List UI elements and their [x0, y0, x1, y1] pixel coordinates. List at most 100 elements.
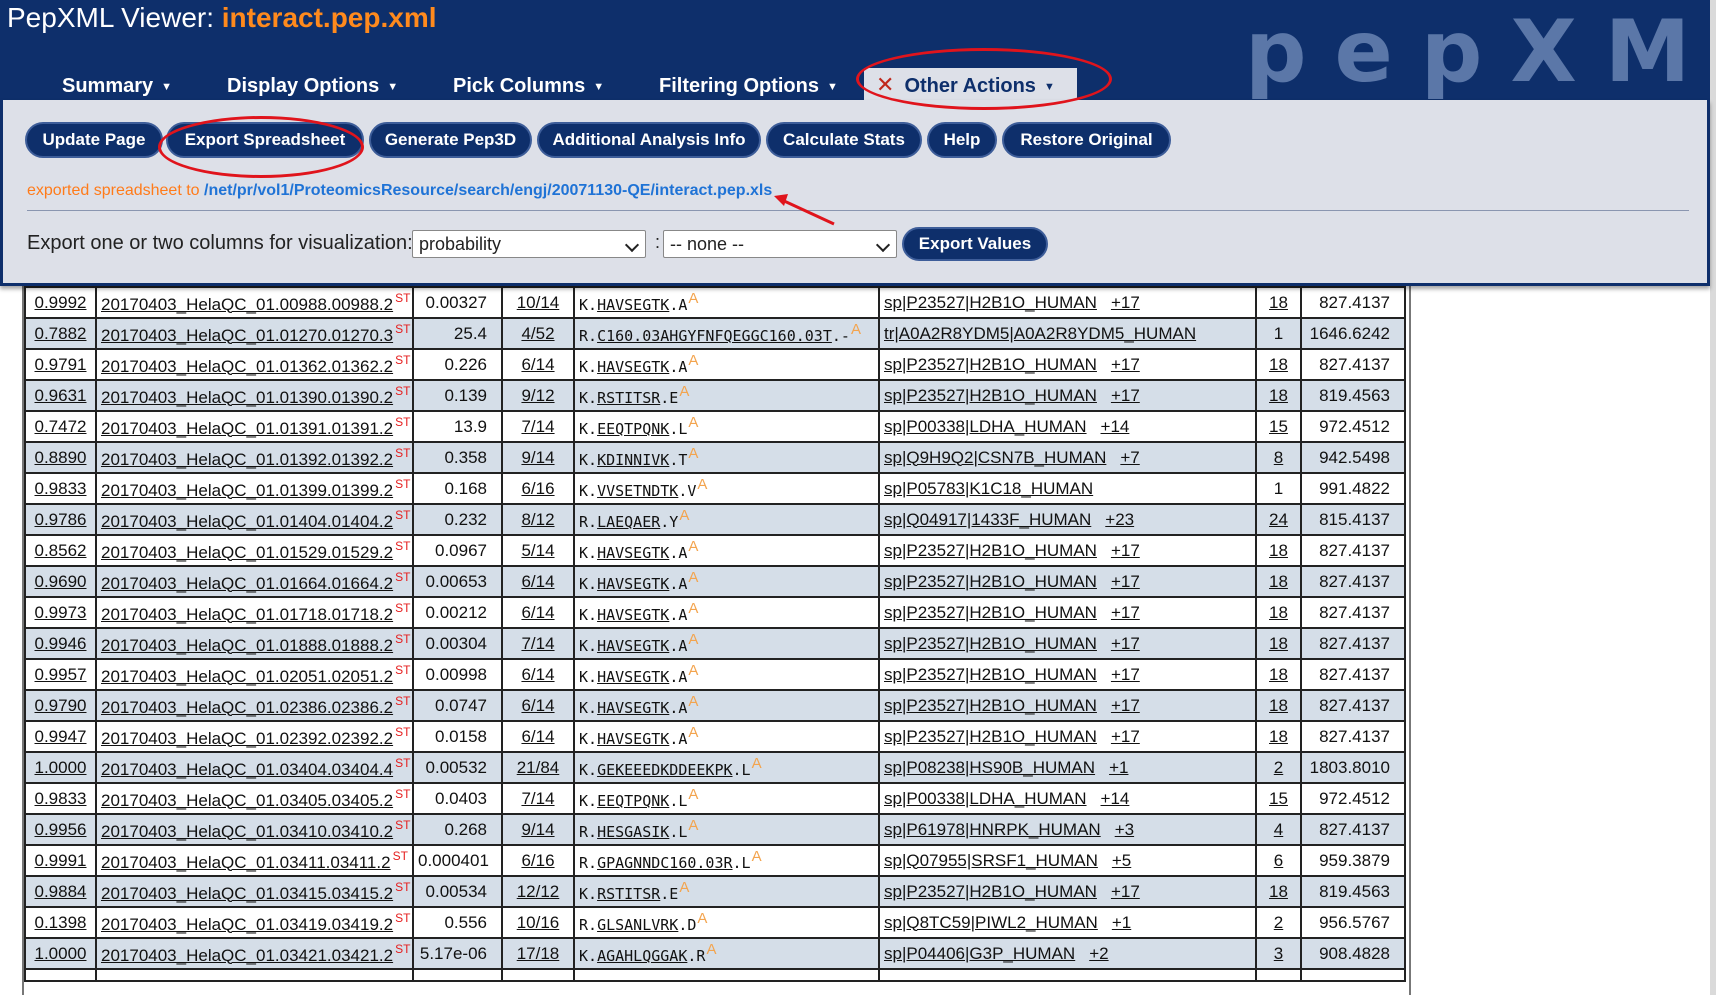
st-superscript[interactable]: ST [395, 663, 410, 677]
probability-link[interactable]: 0.9991 [35, 851, 87, 870]
protein-link[interactable]: sp|P08238|HS90B_HUMAN [884, 758, 1095, 777]
protein-link[interactable]: sp|P00338|LDHA_HUMAN [884, 789, 1087, 808]
peptide-link[interactable]: EEQTPQNK [597, 420, 669, 438]
probability-link[interactable]: 1.0000 [35, 758, 87, 777]
peptide-atlas-icon[interactable]: A [688, 817, 698, 834]
num-proteins-link[interactable]: 18 [1269, 603, 1288, 622]
spectrum-link[interactable]: 20170403_HelaQC_01.03410.03410.2 [101, 822, 393, 841]
alt-proteins-link[interactable]: +17 [1111, 386, 1140, 405]
st-superscript[interactable]: ST [395, 787, 410, 801]
protein-link[interactable]: sp|P23527|H2B1O_HUMAN [884, 634, 1097, 653]
alt-proteins-link[interactable]: +17 [1111, 696, 1140, 715]
st-superscript[interactable]: ST [395, 942, 410, 956]
probability-link[interactable]: 0.7882 [35, 324, 87, 343]
calculate-stats-button[interactable]: Calculate Stats [766, 122, 922, 158]
ions-link[interactable]: 21/84 [517, 758, 560, 777]
probability-link[interactable]: 0.9947 [35, 727, 87, 746]
st-superscript[interactable]: ST [395, 477, 410, 491]
st-superscript[interactable]: ST [395, 880, 410, 894]
num-proteins-link[interactable]: 18 [1269, 634, 1288, 653]
peptide-atlas-icon[interactable]: A [688, 445, 698, 462]
protein-link[interactable]: sp|P23527|H2B1O_HUMAN [884, 603, 1097, 622]
spectrum-link[interactable]: 20170403_HelaQC_01.01392.01392.2 [101, 450, 393, 469]
spectrum-link[interactable]: 20170403_HelaQC_01.03421.03421.2 [101, 946, 393, 965]
ions-link[interactable]: 7/14 [521, 417, 554, 436]
st-superscript[interactable]: ST [395, 322, 410, 336]
probability-link[interactable]: 0.9946 [35, 634, 87, 653]
peptide-atlas-icon[interactable]: A [706, 941, 716, 958]
st-superscript[interactable]: ST [395, 601, 410, 615]
spectrum-link[interactable]: 20170403_HelaQC_01.02051.02051.2 [101, 667, 393, 686]
peptide-link[interactable]: EEQTPQNK [597, 792, 669, 810]
peptide-link[interactable]: HAVSEGTK [597, 668, 669, 686]
alt-proteins-link[interactable]: +17 [1111, 572, 1140, 591]
ions-link[interactable]: 6/14 [521, 727, 554, 746]
st-superscript[interactable]: ST [395, 818, 410, 832]
additional-analysis-info-button[interactable]: Additional Analysis Info [537, 122, 761, 158]
peptide-link[interactable]: HESGASIK [597, 823, 669, 841]
num-proteins-link[interactable]: 24 [1269, 510, 1288, 529]
peptide-atlas-icon[interactable]: A [851, 321, 861, 338]
ions-link[interactable]: 7/14 [521, 634, 554, 653]
probability-link[interactable]: 0.9791 [35, 355, 87, 374]
peptide-link[interactable]: HAVSEGTK [597, 730, 669, 748]
probability-link[interactable]: 0.8890 [35, 448, 87, 467]
num-proteins-link[interactable]: 18 [1269, 355, 1288, 374]
menu-tab-filtering-options[interactable]: Filtering Options ▼ [659, 72, 838, 100]
export-values-button[interactable]: Export Values [902, 227, 1048, 261]
alt-proteins-link[interactable]: +17 [1111, 541, 1140, 560]
alt-proteins-link[interactable]: +17 [1111, 355, 1140, 374]
peptide-atlas-icon[interactable]: A [688, 693, 698, 710]
alt-proteins-link[interactable]: +1 [1112, 913, 1131, 932]
column-select-1[interactable]: probability [412, 230, 646, 258]
peptide-link[interactable]: KDINNIVK [597, 451, 669, 469]
spectrum-link[interactable]: 20170403_HelaQC_01.00988.00988.2 [101, 295, 393, 314]
spectrum-link[interactable]: 20170403_HelaQC_01.01362.01362.2 [101, 357, 393, 376]
generate-pep3d-button[interactable]: Generate Pep3D [369, 122, 532, 158]
spectrum-link[interactable]: 20170403_HelaQC_01.03415.03415.2 [101, 884, 393, 903]
restore-original-button[interactable]: Restore Original [1002, 122, 1171, 158]
spectrum-link[interactable]: 20170403_HelaQC_01.01888.01888.2 [101, 636, 393, 655]
peptide-link[interactable]: HAVSEGTK [597, 699, 669, 717]
peptide-link[interactable]: HAVSEGTK [597, 606, 669, 624]
alt-proteins-link[interactable]: +17 [1111, 665, 1140, 684]
peptide-link[interactable]: HAVSEGTK [597, 296, 669, 314]
spectrum-link[interactable]: 20170403_HelaQC_01.03411.03411.2 [101, 853, 391, 872]
alt-proteins-link[interactable]: +17 [1111, 634, 1140, 653]
alt-proteins-link[interactable]: +14 [1101, 417, 1130, 436]
st-superscript[interactable]: ST [395, 725, 410, 739]
num-proteins-link[interactable]: 18 [1269, 293, 1288, 312]
peptide-link[interactable]: HAVSEGTK [597, 637, 669, 655]
ions-link[interactable]: 6/16 [521, 851, 554, 870]
probability-link[interactable]: 0.9833 [35, 789, 87, 808]
num-proteins-link[interactable]: 2 [1274, 758, 1283, 777]
export-path-link[interactable]: /net/pr/vol1/ProteomicsResource/search/e… [204, 182, 772, 199]
num-proteins-link[interactable]: 15 [1269, 417, 1288, 436]
probability-link[interactable]: 0.9786 [35, 510, 87, 529]
peptide-link[interactable]: RSTITSR [597, 389, 660, 407]
ions-link[interactable]: 9/12 [521, 386, 554, 405]
st-superscript[interactable]: ST [393, 849, 408, 863]
probability-link[interactable]: 0.9833 [35, 479, 87, 498]
peptide-atlas-icon[interactable]: A [688, 786, 698, 803]
peptide-atlas-icon[interactable]: A [688, 569, 698, 586]
probability-link[interactable]: 0.7472 [35, 417, 87, 436]
probability-link[interactable]: 1.0000 [35, 944, 87, 963]
probability-link[interactable]: 0.1398 [35, 913, 87, 932]
alt-proteins-link[interactable]: +23 [1105, 510, 1134, 529]
st-superscript[interactable]: ST [395, 570, 410, 584]
spectrum-link[interactable]: 20170403_HelaQC_01.01390.01390.2 [101, 388, 393, 407]
peptide-atlas-icon[interactable]: A [688, 352, 698, 369]
peptide-atlas-icon[interactable]: A [688, 414, 698, 431]
spectrum-link[interactable]: 20170403_HelaQC_01.01399.01399.2 [101, 481, 393, 500]
probability-link[interactable]: 0.9790 [35, 696, 87, 715]
alt-proteins-link[interactable]: +14 [1101, 789, 1130, 808]
ions-link[interactable]: 5/14 [521, 541, 554, 560]
protein-link[interactable]: sp|P23527|H2B1O_HUMAN [884, 355, 1097, 374]
st-superscript[interactable]: ST [395, 291, 410, 305]
column-select-2[interactable]: -- none -- [663, 230, 897, 258]
alt-proteins-link[interactable]: +1 [1109, 758, 1128, 777]
update-page-button[interactable]: Update Page [25, 122, 163, 158]
spectrum-link[interactable]: 20170403_HelaQC_01.01529.01529.2 [101, 543, 393, 562]
protein-link[interactable]: sp|P23527|H2B1O_HUMAN [884, 665, 1097, 684]
